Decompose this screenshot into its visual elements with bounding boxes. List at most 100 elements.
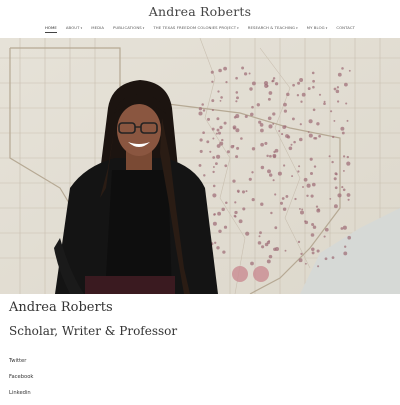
settlement-dot [274, 148, 279, 153]
settlement-dot [282, 207, 287, 211]
settlement-dot [260, 202, 264, 206]
settlement-dot [297, 170, 300, 173]
settlement-dot [298, 165, 301, 168]
settlement-dot [345, 102, 348, 105]
settlement-dot [307, 87, 311, 91]
nav-item-contact[interactable]: CONTACT [336, 25, 355, 33]
chevron-down-icon: ▾ [325, 26, 328, 30]
settlement-dot [342, 155, 346, 158]
settlement-dot [344, 245, 347, 248]
settlement-dot [311, 223, 315, 226]
settlement-dot [333, 87, 337, 91]
settlement-dot [245, 190, 248, 193]
settlement-dot [199, 149, 203, 153]
nav-item-about[interactable]: ABOUT▾ [66, 25, 82, 33]
settlement-dot [217, 90, 220, 93]
nav-item-publications[interactable]: PUBLICATIONS▾ [113, 25, 144, 33]
settlement-dot [332, 135, 335, 139]
settlement-dot [348, 69, 351, 72]
settlement-dot [202, 131, 205, 135]
settlement-dot [285, 134, 289, 138]
settlement-dot [292, 83, 295, 87]
settlement-dot [267, 116, 272, 121]
settlement-dot [299, 137, 303, 142]
settlement-dot [225, 81, 228, 84]
settlement-dot [311, 247, 315, 252]
settlement-dot [223, 66, 228, 71]
settlement-dot [215, 162, 218, 165]
settlement-dot [285, 194, 289, 198]
nav-label: MEDIA [91, 25, 105, 30]
settlement-dot [302, 186, 304, 188]
settlement-dot [258, 120, 262, 124]
twitter-link[interactable]: Twitter [9, 357, 33, 373]
settlement-dot [219, 125, 223, 130]
settlement-dot [293, 140, 296, 144]
settlement-dot [334, 186, 338, 190]
settlement-dot [324, 227, 329, 232]
settlement-dot [249, 87, 253, 91]
settlement-dot [336, 86, 340, 89]
settlement-dot [330, 110, 333, 113]
settlement-dot [219, 141, 224, 146]
chevron-down-icon: ▾ [296, 26, 298, 30]
settlement-dot [301, 92, 306, 97]
settlement-dot [299, 123, 302, 126]
settlement-dot [268, 173, 273, 177]
settlement-dot [201, 103, 204, 106]
settlement-dot [241, 190, 246, 194]
nav-label: THE TEXAS FREEDOM COLONIES PROJECT [153, 25, 237, 30]
settlement-dot [270, 211, 273, 215]
nav-label: RESEARCH & TEACHING [247, 25, 296, 30]
settlement-dot [216, 154, 221, 159]
settlement-dot [248, 72, 251, 75]
settlement-dot [219, 100, 222, 102]
nav-item-research-teaching[interactable]: RESEARCH & TEACHING▾ [248, 25, 298, 33]
settlement-dot [260, 165, 265, 170]
nav-item-freedom-colonies[interactable]: THE TEXAS FREEDOM COLONIES PROJECT▾ [153, 25, 238, 33]
settlement-dot [291, 117, 295, 121]
settlement-dot [344, 82, 348, 87]
settlement-dot [307, 131, 310, 133]
settlement-dot [268, 91, 273, 95]
settlement-dot [216, 117, 220, 121]
settlement-dot [279, 201, 284, 205]
settlement-dot [333, 204, 338, 209]
settlement-dot [212, 193, 217, 198]
settlement-dot [324, 257, 328, 261]
settlement-dot [237, 190, 240, 193]
settlement-dot [300, 210, 304, 215]
settlement-dot [291, 175, 294, 178]
settlement-dot [264, 242, 269, 247]
settlement-dot [303, 177, 308, 182]
settlement-dot [323, 235, 326, 238]
social-links: Twitter Facebook Linkedin [9, 357, 33, 405]
settlement-dot [244, 114, 248, 119]
facebook-link[interactable]: Facebook [9, 373, 33, 389]
nav-item-media[interactable]: MEDIA [91, 25, 104, 33]
linkedin-link[interactable]: Linkedin [9, 389, 33, 405]
settlement-dot [260, 142, 264, 147]
settlement-dot [309, 171, 314, 176]
settlement-dot [225, 201, 228, 205]
settlement-dot [346, 119, 349, 122]
settlement-dot [331, 160, 334, 164]
settlement-dot [212, 184, 216, 188]
settlement-dot [210, 70, 214, 74]
settlement-dot [211, 109, 214, 112]
settlement-dot [213, 213, 216, 216]
settlement-dot [281, 197, 285, 200]
settlement-dot [288, 146, 293, 151]
nav-item-home[interactable]: HOME [44, 25, 57, 33]
settlement-dot [221, 207, 225, 212]
settlement-dot [235, 155, 239, 159]
settlement-dot [312, 79, 315, 83]
settlement-dot [198, 163, 202, 167]
settlement-dot [341, 67, 344, 70]
nav-item-my-blog[interactable]: MY BLOG▾ [307, 25, 328, 33]
settlement-dot [308, 133, 313, 138]
site-title[interactable]: Andrea Roberts [0, 4, 400, 19]
settlement-dot [207, 117, 210, 121]
settlement-dot [218, 229, 222, 233]
settlement-dot [298, 207, 301, 210]
